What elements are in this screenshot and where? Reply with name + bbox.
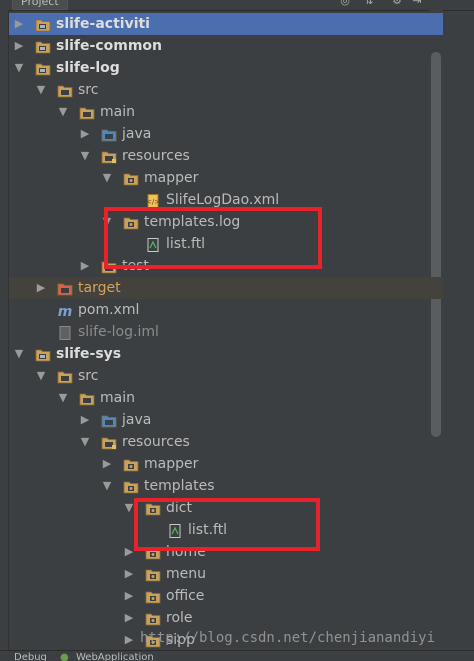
highlight-box-dict (134, 498, 320, 551)
collapsed-arrow-icon[interactable]: ▶ (123, 585, 135, 607)
tree-row-main[interactable]: ▼ main (9, 101, 443, 123)
tree-row-templates[interactable]: ▼ templates (9, 475, 443, 497)
tree-item-label: slife-sys (56, 346, 122, 362)
tree-row-src[interactable]: ▼ src (9, 79, 443, 101)
collapsed-arrow-icon[interactable]: ▶ (13, 13, 25, 35)
left-tool-strip (0, 10, 9, 660)
tree-item-label: slife-common (56, 38, 163, 54)
resources-folder-icon (101, 149, 117, 164)
tree-item-label: templates (144, 478, 215, 494)
bottom-toolbar: Debug ● WebApplication (0, 650, 474, 661)
collapsed-arrow-icon[interactable]: ▶ (123, 629, 135, 651)
tree-item-label: resources (122, 148, 190, 164)
folder-icon (79, 391, 95, 406)
tree-row-office[interactable]: ▶ office (9, 585, 443, 607)
package-icon (123, 457, 139, 472)
expanded-arrow-icon[interactable]: ▼ (57, 387, 69, 409)
tree-item-label: pom.xml (78, 302, 140, 318)
module-folder-icon (35, 61, 51, 76)
excluded-folder-icon (57, 281, 73, 296)
tree-row-pom-xml[interactable]: m pom.xml (9, 299, 443, 321)
collapse-all-icon[interactable]: ⇅ (362, 0, 376, 8)
collapsed-arrow-icon[interactable]: ▶ (35, 277, 47, 299)
hide-icon[interactable]: ⇥ (410, 0, 424, 8)
expanded-arrow-icon[interactable]: ▼ (57, 101, 69, 123)
tree-row-menu[interactable]: ▶ menu (9, 563, 443, 585)
expanded-arrow-icon[interactable]: ▼ (13, 57, 25, 79)
expanded-arrow-icon[interactable]: ▼ (35, 79, 47, 101)
tree-row-slife-log[interactable]: ▼ slife-log (9, 57, 443, 79)
expanded-arrow-icon[interactable]: ▼ (79, 431, 91, 453)
package-icon (145, 567, 161, 582)
tree-row-slife-common[interactable]: ▶ slife-common (9, 35, 443, 57)
collapsed-arrow-icon[interactable]: ▶ (13, 35, 25, 57)
xml-file-icon: </> (145, 193, 161, 208)
tree-item-label: mapper (144, 170, 199, 186)
tree-row-slife-sys[interactable]: ▼ slife-sys (9, 343, 443, 365)
expanded-arrow-icon[interactable]: ▼ (101, 167, 113, 189)
highlight-box-templates-log (104, 207, 322, 269)
collapsed-arrow-icon[interactable]: ▶ (79, 255, 91, 277)
package-icon (145, 611, 161, 626)
resources-folder-icon (101, 435, 117, 450)
tree-item-label: main (100, 104, 135, 120)
tree-item-label: target (78, 280, 121, 296)
locate-icon[interactable]: ◎ (338, 0, 352, 8)
package-icon (123, 171, 139, 186)
tree-row-resources[interactable]: ▼ resources (9, 145, 443, 167)
tree-item-label: role (166, 610, 193, 626)
tree-item-label: main (100, 390, 135, 406)
tree-row-java[interactable]: ▶ java (9, 123, 443, 145)
package-icon (145, 589, 161, 604)
svg-text:</>: </> (146, 198, 160, 206)
tree-row-mapper[interactable]: ▶ mapper (9, 453, 443, 475)
iml-file-icon (57, 325, 73, 340)
tree-item-label: java (122, 412, 152, 428)
tree-item-label: slife-activiti (56, 16, 150, 32)
folder-icon (57, 83, 73, 98)
module-folder-icon (35, 39, 51, 54)
svg-text:m: m (58, 304, 73, 318)
collapsed-arrow-icon[interactable]: ▶ (123, 607, 135, 629)
tree-row-role[interactable]: ▶ role (9, 607, 443, 629)
settings-icon[interactable]: ⚙ (390, 0, 404, 8)
watermark: http://blog.csdn.net/chenjianandiyi (140, 630, 436, 646)
tree-item-label: mapper (144, 456, 199, 472)
collapsed-arrow-icon[interactable]: ▶ (101, 453, 113, 475)
tree-row-java[interactable]: ▶ java (9, 409, 443, 431)
maven-file-icon: m (57, 303, 73, 320)
tree-row-target[interactable]: ▶ target (9, 277, 443, 299)
tree-item-label: slife-log (56, 60, 120, 76)
tree-item-label: java (122, 126, 152, 142)
source-folder-icon (101, 413, 117, 428)
project-view-tab[interactable]: Project (12, 0, 68, 10)
tree-item-label: slife-log.iml (78, 324, 159, 340)
collapsed-arrow-icon[interactable]: ▶ (123, 563, 135, 585)
source-folder-icon (101, 127, 117, 142)
package-icon (123, 479, 139, 494)
module-folder-icon (35, 17, 51, 32)
tree-row-main[interactable]: ▼ main (9, 387, 443, 409)
tree-item-label: src (78, 82, 99, 98)
tool-window-header: Project ◎ ⇅ ⚙ ⇥ (0, 0, 474, 11)
tree-row-slife-activiti[interactable]: ▶ slife-activiti (9, 13, 443, 35)
tree-row-slife-log-iml[interactable]: slife-log.iml (9, 321, 443, 343)
collapsed-arrow-icon[interactable]: ▶ (79, 409, 91, 431)
tree-row-src[interactable]: ▼ src (9, 365, 443, 387)
tree-item-label: menu (166, 566, 206, 582)
tree-item-label: office (166, 588, 205, 604)
expanded-arrow-icon[interactable]: ▼ (13, 343, 25, 365)
tree-row-mapper[interactable]: ▼ mapper (9, 167, 443, 189)
folder-icon (79, 105, 95, 120)
expanded-arrow-icon[interactable]: ▼ (101, 475, 113, 497)
tree-item-label: resources (122, 434, 190, 450)
expanded-arrow-icon[interactable]: ▼ (79, 145, 91, 167)
folder-icon (57, 369, 73, 384)
module-folder-icon (35, 347, 51, 362)
tree-item-label: src (78, 368, 99, 384)
collapsed-arrow-icon[interactable]: ▶ (79, 123, 91, 145)
expanded-arrow-icon[interactable]: ▼ (35, 365, 47, 387)
tree-row-resources[interactable]: ▼ resources (9, 431, 443, 453)
